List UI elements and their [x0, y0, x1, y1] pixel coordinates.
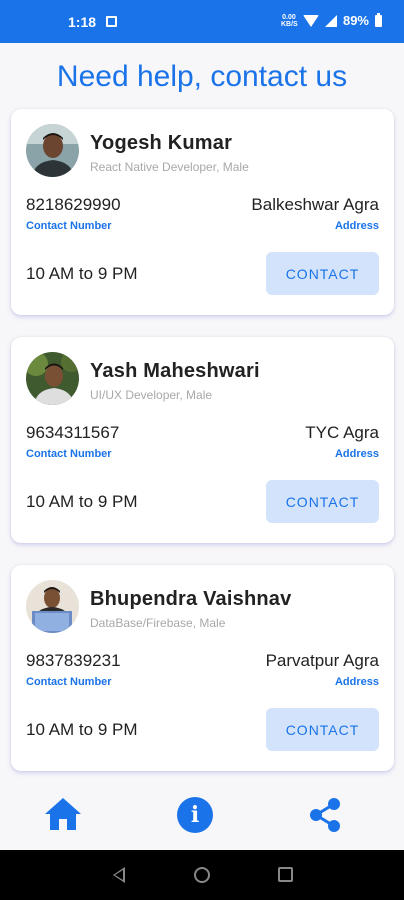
contact-card: Yash Maheshwari UI/UX Developer, Male 96… — [11, 337, 394, 543]
status-indicators: 0.00 KB/S 89% — [280, 12, 382, 28]
bottom-nav: i — [0, 780, 404, 850]
image-notification-icon — [106, 16, 117, 27]
contact-phone-label: Contact Number — [26, 448, 112, 460]
home-icon[interactable] — [43, 796, 83, 832]
contact-address: Balkeshwar Agra — [251, 195, 379, 214]
wifi-icon — [302, 14, 319, 27]
contact-name: Yogesh Kumar — [90, 132, 233, 154]
contact-address-label: Address — [334, 676, 379, 688]
contact-button[interactable]: CONTACT — [266, 252, 379, 295]
info-icon[interactable]: i — [177, 797, 213, 833]
contact-phone-label: Contact Number — [26, 220, 112, 232]
avatar — [26, 580, 79, 633]
contact-button[interactable]: CONTACT — [266, 480, 379, 523]
contact-role: React Native Developer, Male — [90, 160, 249, 174]
contact-phone-label: Contact Number — [26, 676, 112, 688]
contact-address-label: Address — [334, 448, 379, 460]
avatar — [26, 124, 79, 177]
avatar — [26, 352, 79, 405]
contact-phone: 9634311567 — [26, 423, 120, 442]
contact-phone: 8218629990 — [26, 195, 121, 214]
contact-role: UI/UX Developer, Male — [90, 388, 213, 402]
contact-hours: 10 AM to 9 PM — [26, 720, 138, 739]
contact-address: Parvatpur Agra — [265, 651, 379, 670]
contact-name: Yash Maheshwari — [90, 360, 260, 382]
contact-address: TYC Agra — [305, 423, 379, 442]
contact-card: Yogesh Kumar React Native Developer, Mal… — [11, 109, 394, 315]
contact-role: DataBase/Firebase, Male — [90, 616, 226, 630]
page-title: Need help, contact us — [56, 60, 348, 93]
circle-home-icon[interactable] — [194, 867, 210, 883]
contact-address-label: Address — [334, 220, 379, 232]
network-speed-value: 0.00 — [282, 13, 296, 21]
network-speed-unit: KB/S — [280, 20, 298, 28]
contact-name: Bhupendra Vaishnav — [90, 588, 292, 610]
contact-button[interactable]: CONTACT — [266, 708, 379, 751]
battery-percent: 89% — [342, 13, 369, 28]
back-icon[interactable] — [113, 867, 125, 883]
contact-hours: 10 AM to 9 PM — [26, 264, 138, 283]
battery-icon — [375, 12, 382, 27]
system-nav-bar — [0, 850, 404, 900]
status-time: 1:18 — [68, 14, 97, 30]
status-bar: 1:18 0.00 KB/S 89% — [0, 0, 404, 43]
recent-apps-icon[interactable] — [278, 867, 293, 882]
contact-hours: 10 AM to 9 PM — [26, 492, 138, 511]
contact-phone: 9837839231 — [26, 651, 121, 670]
share-icon[interactable] — [307, 797, 343, 833]
network-speed: 0.00 KB/S — [280, 13, 298, 28]
signal-icon — [324, 14, 337, 27]
contact-card: Bhupendra Vaishnav DataBase/Firebase, Ma… — [11, 565, 394, 771]
